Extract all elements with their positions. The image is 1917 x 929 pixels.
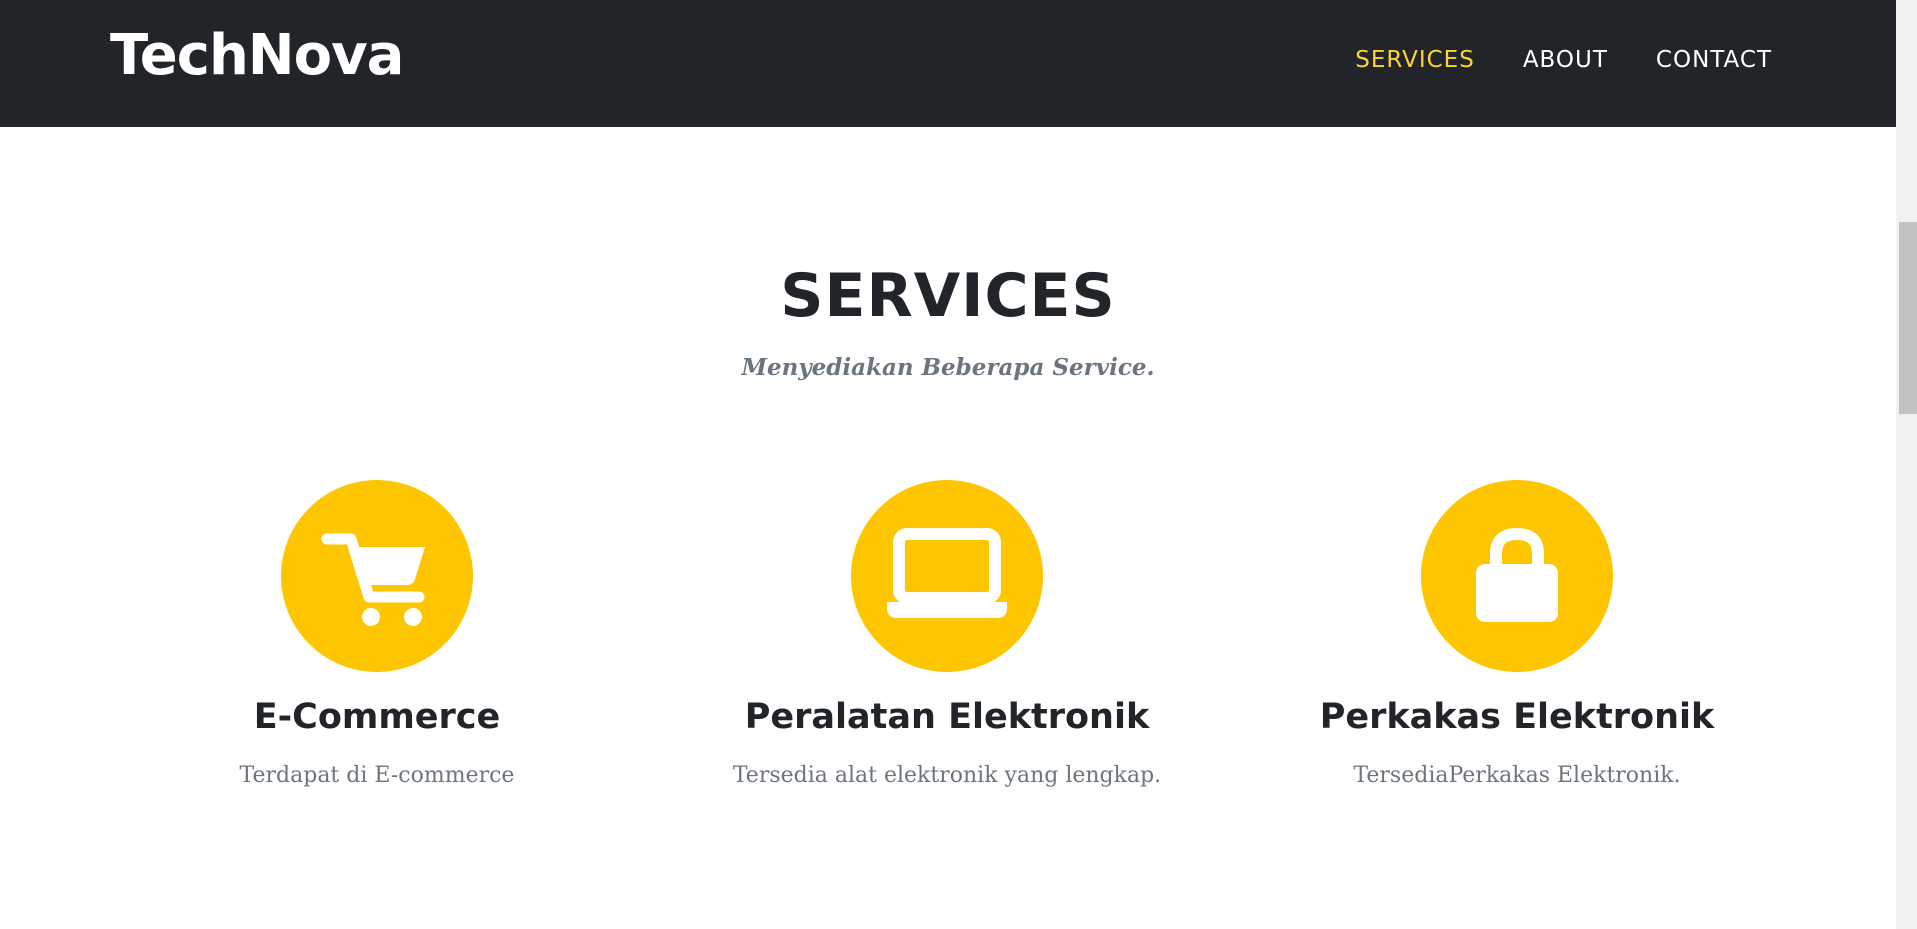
nav-links: SERVICES ABOUT CONTACT (1355, 44, 1772, 76)
laptop-icon (887, 528, 1007, 618)
service-peralatan-elektronik: Peralatan Elektronik Tersedia alat elekt… (662, 480, 1232, 792)
service-text: TersediaPerkakas Elektronik. (1353, 763, 1681, 788)
brand-logo[interactable]: TechNova (110, 22, 404, 90)
nav-link-about[interactable]: ABOUT (1523, 44, 1608, 76)
viewport: TechNova SERVICES ABOUT CONTACT SERVICES… (0, 0, 1896, 929)
lock-icon (1476, 527, 1558, 622)
service-icon-circle (851, 480, 1043, 672)
service-title: Peralatan Elektronik (744, 697, 1150, 737)
section-subheading: Menyediakan Beberapa Service. (741, 354, 1155, 381)
service-icon-circle (281, 480, 473, 672)
service-title: E-Commerce (253, 697, 501, 737)
nav-link-contact[interactable]: CONTACT (1656, 44, 1772, 76)
shopping-cart-icon (321, 533, 425, 626)
page: TechNova SERVICES ABOUT CONTACT SERVICES… (0, 0, 1917, 929)
service-perkakas-elektronik: Perkakas Elektronik TersediaPerkakas Ele… (1232, 480, 1802, 792)
scrollbar-thumb[interactable] (1899, 222, 1917, 414)
service-title: Perkakas Elektronik (1319, 697, 1715, 737)
navbar: TechNova SERVICES ABOUT CONTACT (0, 0, 1896, 127)
service-text: Terdapat di E-commerce (239, 763, 515, 788)
section-heading: SERVICES (780, 261, 1116, 331)
vertical-scrollbar[interactable] (1896, 0, 1917, 929)
nav-link-services[interactable]: SERVICES (1355, 44, 1475, 76)
service-text: Tersedia alat elektronik yang lengkap. (732, 763, 1162, 788)
service-icon-circle (1421, 480, 1613, 672)
service-ecommerce: E-Commerce Terdapat di E-commerce (92, 480, 662, 792)
